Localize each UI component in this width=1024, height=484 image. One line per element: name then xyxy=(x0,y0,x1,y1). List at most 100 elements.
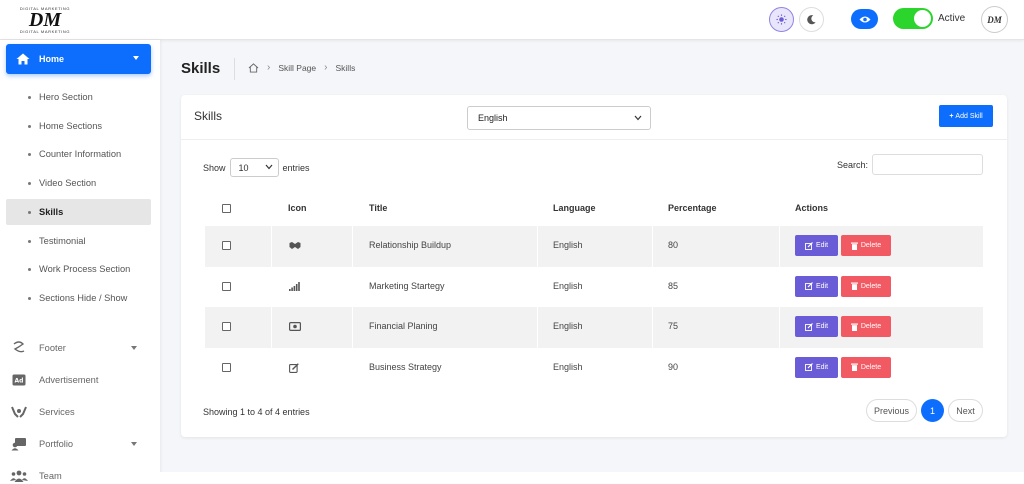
add-skill-button[interactable]: + Add Skill xyxy=(939,105,993,127)
cell-title: Financial Planing xyxy=(369,321,438,331)
chevron-down-icon xyxy=(634,115,642,121)
column-header-icon[interactable]: Icon xyxy=(288,203,307,213)
next-page-button[interactable]: Next xyxy=(948,399,983,422)
delete-label: Delete xyxy=(860,282,882,290)
row-checkbox[interactable] xyxy=(222,281,231,291)
title-divider xyxy=(234,58,235,80)
page-1-button[interactable]: 1 xyxy=(921,399,944,422)
column-divider xyxy=(537,226,538,267)
table-row: Financial Planing English 75 Edit Delete xyxy=(205,307,983,348)
row-checkbox[interactable] xyxy=(222,322,231,331)
bullet-icon xyxy=(28,239,31,243)
home-icon xyxy=(16,53,30,65)
card-title: Skills xyxy=(194,109,223,123)
sidebar-item-team[interactable]: Team xyxy=(10,465,151,484)
search-label: Search: xyxy=(837,160,869,170)
language-select-value: English xyxy=(478,113,508,123)
edit-label: Edit xyxy=(815,363,829,371)
cell-title: Marketing Startegy xyxy=(369,280,445,291)
chevron-down-icon xyxy=(133,56,139,60)
delete-button[interactable]: Delete xyxy=(841,356,891,378)
column-header-language[interactable]: Language xyxy=(553,203,596,213)
avatar[interactable]: DM xyxy=(981,6,1008,33)
trash-icon xyxy=(850,323,858,331)
table-header: Icon Title Language Percentage Actions xyxy=(205,190,983,226)
sidebar-item-label: Hero Section xyxy=(39,92,93,102)
chevron-down-icon xyxy=(265,164,272,170)
sidebar-item-portfolio[interactable]: Portfolio xyxy=(10,433,151,455)
column-header-title[interactable]: Title xyxy=(369,203,387,213)
top-bar: DIGITAL MARKETING DM DIGITAL MARKETING A… xyxy=(0,0,1024,40)
edit-label: Edit xyxy=(815,323,829,330)
logo[interactable]: DIGITAL MARKETING DM DIGITAL MARKETING xyxy=(12,4,78,35)
edit-button[interactable]: Edit xyxy=(795,235,838,256)
dark-mode-button[interactable] xyxy=(799,7,824,32)
sidebar-item-skills[interactable]: Skills xyxy=(6,199,151,225)
signal-bars-icon xyxy=(289,281,300,291)
toggle-knob xyxy=(914,10,931,27)
entries-select[interactable]: 10 xyxy=(229,158,279,177)
sidebar-item-video-section[interactable]: Video Section xyxy=(6,170,151,196)
sidebar-item-home-label: Home xyxy=(39,54,65,64)
services-icon xyxy=(10,405,28,419)
delete-button[interactable]: Delete xyxy=(841,275,891,297)
light-mode-button[interactable] xyxy=(769,7,794,32)
sidebar-item-counter-information[interactable]: Counter Information xyxy=(6,141,151,167)
row-checkbox[interactable] xyxy=(222,241,231,250)
edit-label: Edit xyxy=(815,282,829,290)
breadcrumb-skills: Skills xyxy=(335,62,356,73)
language-select[interactable]: English xyxy=(467,106,651,130)
column-divider xyxy=(652,307,653,348)
card-header: Skills English + Add Skill xyxy=(181,95,1007,140)
edit-button[interactable]: Edit xyxy=(795,275,838,297)
column-divider xyxy=(352,307,353,348)
sidebar-item-sections-hide-show[interactable]: Sections Hide / Show xyxy=(6,285,151,311)
previous-page-button[interactable]: Previous xyxy=(866,399,917,422)
select-all-checkbox[interactable] xyxy=(222,204,231,213)
chevron-down-icon xyxy=(131,442,137,446)
search-input[interactable] xyxy=(872,154,983,175)
add-skill-label: Add Skill xyxy=(955,112,983,120)
entries-select-value: 10 xyxy=(238,162,249,173)
sidebar-item-advertisement[interactable]: Ad Advertisement xyxy=(10,369,151,391)
bullet-icon xyxy=(28,181,31,185)
moon-icon xyxy=(807,15,816,25)
breadcrumb-skill-page[interactable]: Skill Page xyxy=(278,63,316,73)
sidebar-item-testimonial[interactable]: Testimonial xyxy=(6,228,151,254)
sidebar-item-services[interactable]: Services xyxy=(10,401,151,423)
delete-button[interactable]: Delete xyxy=(841,316,891,337)
row-checkbox[interactable] xyxy=(222,362,231,372)
eye-icon xyxy=(859,16,870,22)
bullet-icon xyxy=(28,267,31,271)
preview-button[interactable] xyxy=(851,9,878,29)
active-toggle[interactable] xyxy=(893,8,933,29)
trash-icon xyxy=(850,242,858,250)
svg-text:Ad: Ad xyxy=(15,378,24,385)
edit-label: Edit xyxy=(815,242,829,249)
cell-percentage: 85 xyxy=(668,280,679,291)
edit-button[interactable]: Edit xyxy=(795,356,838,378)
column-divider xyxy=(779,307,780,348)
logo-mark: DM xyxy=(28,8,62,31)
column-divider xyxy=(271,226,272,267)
active-status-label: Active xyxy=(938,13,966,24)
delete-label: Delete xyxy=(860,363,882,371)
sidebar-item-footer[interactable]: Footer xyxy=(10,337,151,359)
delete-button[interactable]: Delete xyxy=(841,235,891,256)
sidebar-item-home[interactable]: Home xyxy=(6,44,151,74)
edit-button[interactable]: Edit xyxy=(795,316,838,337)
sidebar-item-hero-section[interactable]: Hero Section xyxy=(6,84,151,110)
column-header-percentage[interactable]: Percentage xyxy=(668,203,717,213)
sidebar-item-home-sections[interactable]: Home Sections xyxy=(6,113,151,139)
pagination: Previous 1 Next xyxy=(866,399,983,422)
skills-table: Icon Title Language Percentage Actions R… xyxy=(205,190,983,388)
sidebar-item-label: Testimonial xyxy=(39,236,86,246)
sidebar-item-label: Services xyxy=(39,407,75,417)
edit-icon xyxy=(805,241,813,250)
table-row: Business Strategy English 90 Edit Delete xyxy=(205,348,983,389)
sidebar-item-work-process-section[interactable]: Work Process Section xyxy=(6,256,151,282)
sidebar-item-label: Team xyxy=(39,471,62,481)
chevron-down-icon xyxy=(131,346,137,350)
home-outline-icon[interactable] xyxy=(248,62,259,73)
sidebar-item-label: Footer xyxy=(39,343,66,353)
